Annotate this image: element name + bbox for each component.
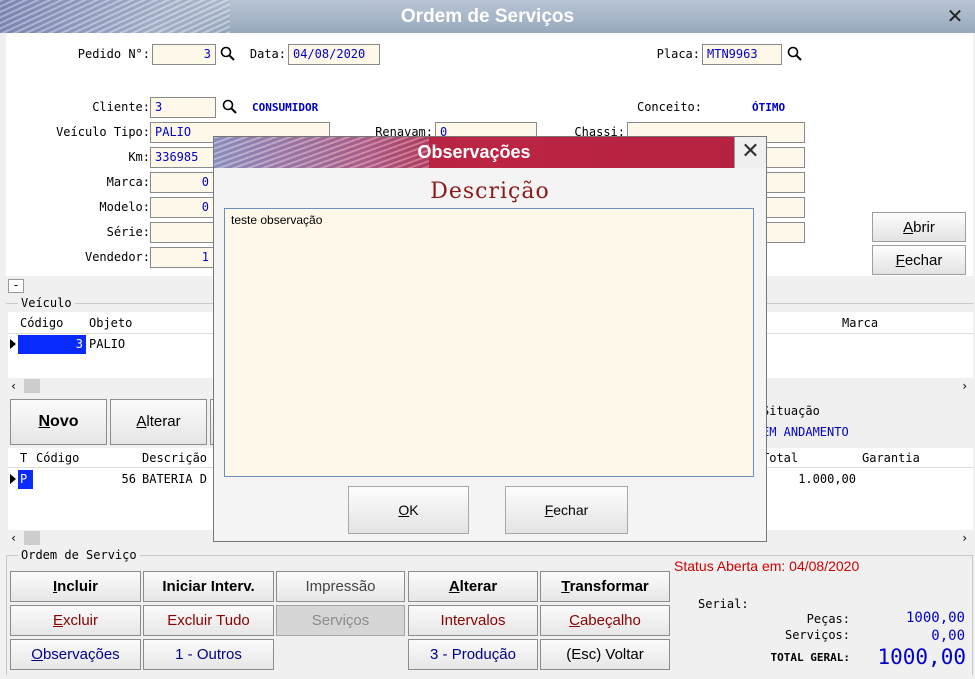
novo-button[interactable]: Novo — [10, 399, 107, 445]
items-col-total: Total — [762, 451, 799, 465]
observacoes-button[interactable]: Observações — [10, 639, 141, 670]
abrir-button[interactable]: Abrir — [872, 212, 966, 242]
dialog-fechar-button[interactable]: Fechar — [505, 486, 628, 534]
vendedor-label: Vendedor: — [84, 250, 150, 264]
serie-label: Série: — [106, 225, 150, 239]
transformar-button[interactable]: Transformar — [540, 571, 670, 602]
placa-search-icon[interactable] — [787, 46, 803, 62]
items-col-t: T — [20, 451, 28, 465]
item-row-pointer-icon — [10, 474, 16, 484]
item-row-total[interactable]: 1.000,00 — [762, 470, 856, 489]
alterar-item-button[interactable]: Alterar — [110, 399, 207, 445]
cabecalho-button[interactable]: Cabeçalho — [540, 605, 670, 636]
ordem-legend: Ordem de Serviço — [18, 548, 140, 562]
row-pointer-icon — [10, 339, 16, 349]
total-geral-label: TOTAL GERAL: — [770, 651, 850, 664]
veiculo-col-codigo: Código — [20, 316, 64, 330]
items-col-codigo: Código — [36, 451, 80, 465]
marca-label: Marca: — [106, 175, 150, 189]
alterar-os-button[interactable]: Alterar — [408, 571, 538, 602]
pecas-value: 1000,00 — [905, 610, 965, 626]
modelo-label: Modelo: — [99, 200, 150, 214]
serial-label: Serial: — [698, 597, 749, 611]
dialog-titlebar: Observações — [214, 137, 766, 168]
iniciar-intervencao-button[interactable]: Iniciar Interv. — [143, 571, 274, 602]
window-title: Ordem de Serviços — [400, 6, 575, 27]
conceito-label: Conceito: — [636, 100, 702, 114]
vendedor-field[interactable]: 1 — [150, 247, 214, 268]
excluir-button[interactable]: Excluir — [10, 605, 141, 636]
modelo-field[interactable]: 0 — [150, 197, 214, 218]
cliente-field[interactable]: 3 — [150, 97, 216, 118]
dialog-heading: Descrição — [430, 179, 550, 204]
servicos-value: 0,00 — [931, 628, 965, 644]
pedido-label: Pedido N°: — [77, 47, 150, 61]
pedido-field[interactable]: 3 — [152, 44, 216, 65]
serie-field[interactable] — [150, 222, 214, 243]
cliente-search-icon[interactable] — [222, 99, 238, 115]
cliente-nome: CONSUMIDOR — [252, 101, 319, 114]
observacao-textarea[interactable]: teste observação — [224, 208, 754, 477]
dialog-title: Observações — [417, 142, 531, 162]
situacao-label: Situação — [762, 404, 820, 418]
dialog-ok-button[interactable]: OK — [348, 486, 469, 534]
item-row-descricao[interactable]: BATERIA D — [142, 470, 207, 489]
incluir-button[interactable]: Incluir — [10, 571, 141, 602]
veiculo-col-objeto: Objeto — [89, 316, 133, 330]
data-label: Data: — [249, 47, 286, 61]
items-col-garantia: Garantia — [862, 451, 920, 465]
marca-field[interactable]: 0 — [150, 172, 214, 193]
veiculo-scroll-thumb[interactable] — [24, 379, 40, 393]
servicos-button[interactable]: Serviços — [276, 605, 405, 636]
veiculo-row-objeto[interactable]: PALIO — [89, 335, 125, 354]
placa-field[interactable]: MTN9963 — [702, 44, 782, 65]
observacoes-dialog: Observações ✕ Descrição teste observação… — [213, 136, 767, 542]
excluir-tudo-button[interactable]: Excluir Tudo — [143, 605, 274, 636]
cliente-label: Cliente: — [92, 100, 150, 114]
intervalos-button[interactable]: Intervalos — [408, 605, 538, 636]
veiculo-col-marca: Marca — [842, 316, 879, 330]
voltar-button[interactable]: (Esc) Voltar — [540, 639, 670, 670]
items-scroll-left-icon[interactable]: ‹ — [10, 530, 17, 546]
conceito-value: ÓTIMO — [752, 101, 786, 114]
scroll-right-icon[interactable]: › — [961, 378, 968, 394]
item-row-codigo[interactable]: 56 — [36, 470, 136, 489]
pedido-search-icon[interactable] — [220, 46, 236, 62]
km-field[interactable]: 336985 — [150, 147, 216, 168]
outros-button[interactable]: 1 - Outros — [143, 639, 274, 670]
fechar-header-button[interactable]: Fechar — [872, 245, 966, 275]
km-label: Km: — [128, 150, 150, 164]
status-text: Status Aberta em: 04/08/2020 — [674, 558, 860, 574]
veiculo-row-codigo[interactable]: 3 — [18, 335, 86, 354]
data-field[interactable]: 04/08/2020 — [288, 44, 380, 65]
veiculo-tipo-label: Veículo Tipo: — [56, 125, 150, 139]
impressao-button[interactable]: Impressão — [276, 571, 405, 602]
servicos-total-label: Serviços: — [784, 628, 850, 642]
situacao-value: EM ANDAMENTO — [762, 425, 849, 439]
veiculo-legend: Veículo — [18, 296, 75, 310]
window-close-button[interactable]: ✕ — [935, 0, 975, 33]
total-geral-value: 1000,00 — [877, 645, 966, 669]
window-titlebar: Ordem de Serviços — [0, 0, 975, 33]
dialog-close-icon[interactable]: ✕ — [734, 137, 766, 168]
items-scroll-right-icon[interactable]: › — [961, 530, 968, 546]
items-scroll-thumb[interactable] — [24, 531, 40, 545]
pecas-label: Peças: — [806, 612, 850, 626]
producao-button[interactable]: 3 - Produção — [408, 639, 538, 670]
collapse-toggle[interactable]: - — [8, 279, 24, 293]
placa-label: Placa: — [656, 47, 700, 61]
items-col-descricao: Descrição — [142, 451, 208, 465]
scroll-left-icon[interactable]: ‹ — [10, 378, 17, 394]
item-row-tipo[interactable]: P — [18, 470, 33, 489]
